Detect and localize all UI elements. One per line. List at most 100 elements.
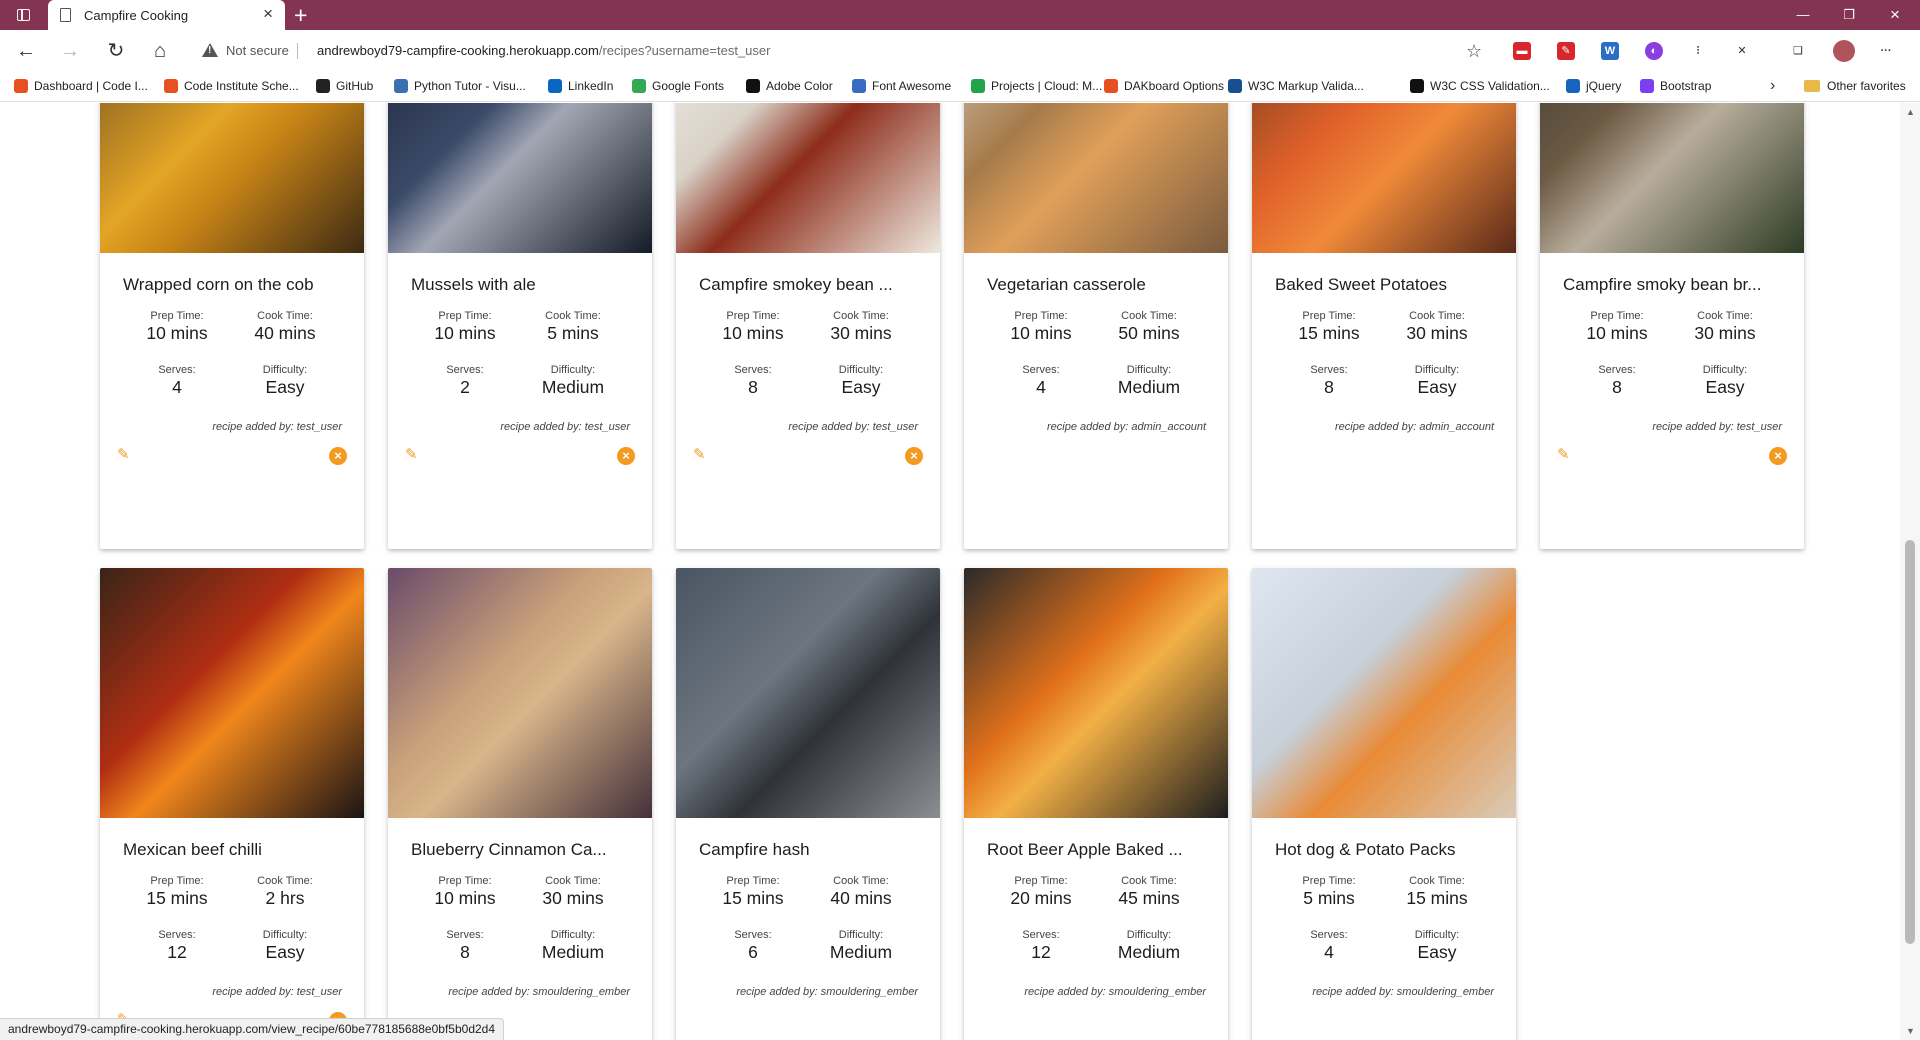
scroll-up-icon[interactable]: ▲	[1906, 107, 1915, 117]
bookmark-linkedin[interactable]: LinkedIn	[548, 79, 613, 93]
extension-icon-2[interactable]: ✎	[1557, 42, 1575, 60]
recipe-image[interactable]	[388, 568, 652, 818]
bookmark-jquery[interactable]: jQuery	[1566, 79, 1621, 93]
extension-icon-x[interactable]: ✕	[1733, 42, 1751, 60]
scroll-down-icon[interactable]: ▼	[1906, 1026, 1915, 1036]
reload-button[interactable]: ↻	[104, 39, 128, 63]
forward-button[interactable]: →	[58, 39, 82, 63]
extension-icon-1[interactable]: ▬	[1513, 42, 1531, 60]
delete-cancel-icon[interactable]: ×	[1769, 447, 1787, 465]
recipe-image[interactable]	[100, 103, 364, 253]
stat-label: Cook Time:	[1121, 310, 1177, 322]
recipe-title[interactable]: Root Beer Apple Baked ...	[987, 840, 1212, 860]
tab-actions-icon[interactable]	[17, 9, 30, 21]
bookmark-label: Bootstrap	[1660, 79, 1712, 93]
recipe-title[interactable]: Hot dog & Potato Packs	[1275, 840, 1500, 860]
stat-label: Serves:	[446, 364, 484, 376]
bookmark-github[interactable]: GitHub	[316, 79, 373, 93]
close-window-button[interactable]: ×	[1872, 0, 1918, 30]
recipe-card[interactable]: Root Beer Apple Baked ... Prep Time: 20 mi…	[964, 568, 1228, 1040]
recipe-stat-difficulty: Difficulty: Easy	[230, 929, 340, 963]
profile-avatar[interactable]	[1833, 40, 1855, 62]
bookmark-font-awesome[interactable]: Font Awesome	[852, 79, 951, 93]
recipe-card[interactable]: Mexican beef chilli Prep Time: 15 mins Cook…	[100, 568, 364, 1040]
recipe-image[interactable]	[100, 568, 364, 818]
extension-icon-w[interactable]: W	[1601, 42, 1619, 60]
extension-icon-4[interactable]: ◐	[1645, 42, 1663, 60]
recipe-card[interactable]: Blueberry Cinnamon Ca... Prep Time: 10 min…	[388, 568, 652, 1040]
recipe-image[interactable]	[676, 103, 940, 253]
edit-pencil-icon[interactable]: ✎	[117, 446, 135, 464]
recipe-title[interactable]: Wrapped corn on the cob	[123, 275, 348, 295]
tab-campfire-cooking[interactable]: Campfire Cooking ×	[48, 0, 285, 31]
recipe-card[interactable]: Campfire hash Prep Time: 15 mins Cook Time:…	[676, 568, 940, 1040]
recipe-card[interactable]: Vegetarian casserole Prep Time: 10 mins Coo…	[964, 103, 1228, 549]
recipe-title[interactable]: Vegetarian casserole	[987, 275, 1212, 295]
recipe-added-by: recipe added by: test_user	[500, 421, 630, 433]
bookmark-adobe-color[interactable]: Adobe Color	[746, 79, 833, 93]
new-tab-button[interactable]: +	[294, 2, 307, 28]
delete-cancel-icon[interactable]: ×	[905, 447, 923, 465]
recipe-title[interactable]: Campfire smokey bean ...	[699, 275, 924, 295]
recipe-image[interactable]	[676, 568, 940, 818]
recipe-image[interactable]	[964, 568, 1228, 818]
bookmark-google-fonts[interactable]: Google Fonts	[632, 79, 724, 93]
stat-value: 10 mins	[1586, 323, 1648, 343]
added-by-user: test_user	[296, 986, 342, 998]
stat-value: 15 mins	[1406, 888, 1468, 908]
recipe-card[interactable]: Baked Sweet Potatoes Prep Time: 15 mins Coo…	[1252, 103, 1516, 549]
stat-label: Cook Time:	[833, 310, 889, 322]
back-button[interactable]: ←	[14, 39, 38, 63]
bookmark-dakboard-options[interactable]: DAKboard Options	[1104, 79, 1224, 93]
url-text[interactable]: andrewboyd79-campfire-cooking.herokuapp.…	[317, 43, 770, 58]
address-bar[interactable]: Not secure andrewboyd79-campfire-cooking…	[190, 35, 1480, 67]
recipe-image[interactable]	[964, 103, 1228, 253]
recipe-card[interactable]: Hot dog & Potato Packs Prep Time: 5 mins Co…	[1252, 568, 1516, 1040]
bookmark-projects-cloud-m[interactable]: Projects | Cloud: M...	[971, 79, 1102, 93]
recipe-title[interactable]: Baked Sweet Potatoes	[1275, 275, 1500, 295]
recipe-title[interactable]: Mussels with ale	[411, 275, 636, 295]
edit-pencil-icon[interactable]: ✎	[405, 446, 423, 464]
bookmark-dashboard-code-i[interactable]: Dashboard | Code I...	[14, 79, 148, 93]
recipe-card[interactable]: Wrapped corn on the cob Prep Time: 10 mins…	[100, 103, 364, 549]
recipe-grid: Wrapped corn on the cob Prep Time: 10 mins…	[0, 103, 1900, 1040]
recipe-added-by: recipe added by: test_user	[212, 421, 342, 433]
bookmark-python-tutor-visu[interactable]: Python Tutor - Visu...	[394, 79, 526, 93]
chevron-right-icon[interactable]: ›	[1770, 77, 1775, 95]
extension-icon-sliders[interactable]: ⫶	[1689, 42, 1707, 60]
home-button[interactable]: ⌂	[148, 39, 172, 63]
other-favorites[interactable]: Other favorites	[1804, 79, 1906, 93]
bookmark-code-institute-sche[interactable]: Code Institute Sche...	[164, 79, 299, 93]
stat-label: Prep Time:	[1302, 310, 1356, 322]
recipe-image[interactable]	[1540, 103, 1804, 253]
recipe-card[interactable]: Campfire smokey bean ... Prep Time: 10 min…	[676, 103, 940, 549]
more-menu-icon[interactable]: ···	[1877, 42, 1895, 60]
recipe-image[interactable]	[1252, 568, 1516, 818]
add-favorite-icon[interactable]: ☆	[1466, 41, 1482, 62]
recipe-card[interactable]: Campfire smoky bean br... Prep Time: 10 mi…	[1540, 103, 1804, 549]
scrollbar-thumb[interactable]	[1905, 540, 1915, 944]
recipe-title[interactable]: Campfire hash	[699, 840, 924, 860]
page-scrollbar[interactable]: ▲ ▼	[1900, 103, 1920, 1040]
collections-icon[interactable]: ❏	[1789, 42, 1807, 60]
delete-cancel-icon[interactable]: ×	[617, 447, 635, 465]
close-tab-icon[interactable]: ×	[263, 5, 273, 23]
recipe-title[interactable]: Mexican beef chilli	[123, 840, 348, 860]
bookmark-w3c-markup-valida[interactable]: W3C Markup Valida...	[1228, 79, 1364, 93]
recipe-image[interactable]	[388, 103, 652, 253]
recipe-card[interactable]: Mussels with ale Prep Time: 10 mins Cook Ti…	[388, 103, 652, 549]
restore-button[interactable]: ❐	[1826, 0, 1872, 30]
recipe-title[interactable]: Blueberry Cinnamon Ca...	[411, 840, 636, 860]
bookmark-w3c-css-validation[interactable]: W3C CSS Validation...	[1410, 79, 1550, 93]
stat-label: Prep Time:	[726, 875, 780, 887]
edit-pencil-icon[interactable]: ✎	[693, 446, 711, 464]
bookmark-label: Adobe Color	[766, 79, 833, 93]
recipe-image[interactable]	[1252, 103, 1516, 253]
bookmark-bootstrap[interactable]: Bootstrap	[1640, 79, 1711, 93]
recipe-title[interactable]: Campfire smoky bean br...	[1563, 275, 1788, 295]
edit-pencil-icon[interactable]: ✎	[1557, 446, 1575, 464]
delete-cancel-icon[interactable]: ×	[329, 447, 347, 465]
recipe-stat-cook: Cook Time: 40 mins	[230, 310, 340, 344]
recipe-added-by: recipe added by: admin_account	[1335, 421, 1494, 433]
minimize-button[interactable]: —	[1780, 0, 1826, 30]
